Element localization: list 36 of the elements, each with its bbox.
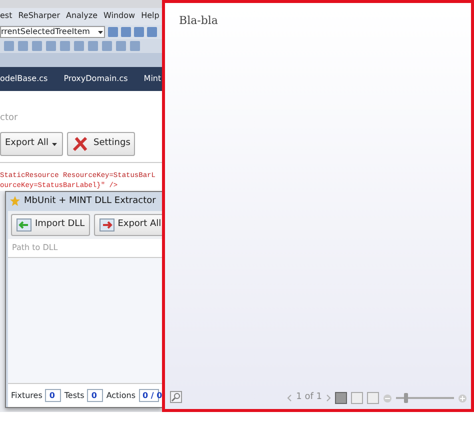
- combo-box[interactable]: rrentSelectedTreeItem: [0, 26, 105, 38]
- previous-icon: [287, 394, 292, 402]
- menu-item[interactable]: Help: [141, 10, 160, 22]
- stat-field: 0: [45, 389, 62, 402]
- stat-label: Tests: [64, 390, 84, 402]
- view-mode-button[interactable]: [367, 392, 379, 404]
- view-mode-button[interactable]: [351, 392, 363, 404]
- settings-button[interactable]: Settings: [67, 132, 136, 156]
- stat-label: Fixtures: [11, 390, 42, 402]
- search-button[interactable]: [170, 391, 182, 405]
- zoom-in-icon: [458, 394, 467, 403]
- search-icon: [170, 391, 182, 404]
- stat-field: 0: [87, 389, 104, 402]
- next-icon: [326, 394, 331, 402]
- menu-item[interactable]: Window: [104, 10, 136, 22]
- panel-title: ctor: [0, 109, 162, 128]
- menu-item[interactable]: ReSharper: [18, 10, 60, 22]
- export-button[interactable]: Export All: [0, 132, 64, 156]
- editor-tab[interactable]: ProxyDomain.cs: [64, 73, 128, 85]
- zoom-out-icon: [383, 394, 392, 403]
- page-indicator: 1 of 1: [296, 391, 322, 404]
- import-button[interactable]: Import DLL: [11, 214, 90, 236]
- document-text: Bla-bla: [178, 13, 219, 29]
- star-icon: [10, 196, 20, 206]
- editor-tab[interactable]: Mint: [144, 73, 162, 85]
- stat-label: Actions: [106, 390, 136, 402]
- dialog-title: MbUnit + MINT DLL Extractor: [24, 194, 156, 208]
- arrow-icon: [16, 218, 32, 232]
- combo-text: rrentSelectedTreeItem: [1, 27, 90, 37]
- view-mode-button[interactable]: [335, 392, 347, 404]
- slider-thumb[interactable]: [404, 393, 408, 404]
- menu-item[interactable]: est: [0, 10, 12, 22]
- export-button[interactable]: Export All: [94, 214, 162, 236]
- editor-tab[interactable]: odelBase.cs: [0, 73, 48, 85]
- menu-item[interactable]: Analyze: [66, 10, 98, 22]
- arrow-icon: [98, 218, 115, 232]
